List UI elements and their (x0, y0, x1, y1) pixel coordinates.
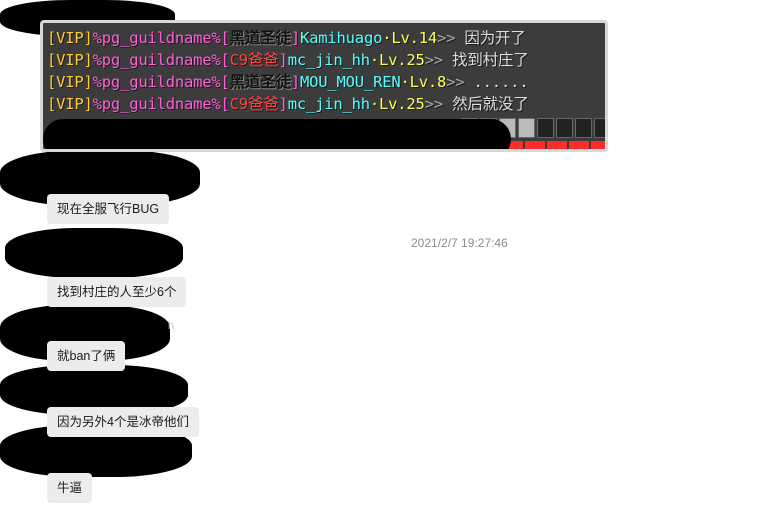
message-bubble[interactable]: 就ban了俩 (47, 341, 126, 371)
chat-message: 因为开了 (464, 29, 526, 47)
guild-placeholder: %pg_guildname% (92, 29, 221, 47)
health-bar (503, 141, 605, 149)
player-level: ·Lv.14 (382, 29, 437, 47)
chat-arrow: >> (424, 95, 453, 113)
message-timestamp: 2021/2/7 19:27:46 (411, 236, 508, 250)
sender-name-fragment: h (168, 320, 175, 332)
bracket: [ (220, 95, 230, 113)
chat-arrow: >> (446, 73, 474, 91)
bracket: ] (290, 29, 301, 47)
bracket: ] (278, 95, 288, 113)
chat-message: 找到村庄了 (452, 51, 529, 69)
message-text: 因为另外4个是冰帝他们 (57, 415, 189, 429)
player-name: mc_jin_hh (287, 95, 370, 113)
message-text: 找到村庄的人至少6个 (57, 285, 177, 299)
player-name: MOU_MOU_REN (300, 73, 401, 91)
chat-message: ...... (473, 73, 529, 91)
guild-placeholder: %pg_guildname% (92, 51, 221, 69)
message-bubble[interactable]: 牛逼 (47, 473, 93, 503)
message-text: 牛逼 (57, 481, 83, 495)
vip-tag: [VIP] (47, 51, 93, 69)
hotbar-slot (594, 118, 605, 138)
player-name: Kamihuago (300, 29, 383, 47)
player-title: 黑道圣徒 (229, 73, 291, 91)
message-bubble[interactable]: 找到村庄的人至少6个 (47, 277, 187, 307)
message-bubble[interactable]: 因为另外4个是冰帝他们 (47, 407, 199, 437)
bracket: [ (220, 51, 230, 69)
message-text: 就ban了俩 (57, 349, 116, 363)
bracket: ] (290, 73, 301, 91)
vip-tag: [VIP] (47, 95, 93, 113)
vip-tag: [VIP] (47, 73, 93, 91)
player-title: C9爸爸 (229, 51, 279, 69)
player-title: 黑道圣徒 (229, 29, 291, 47)
guild-placeholder: %pg_guildname% (92, 73, 221, 91)
bracket: ] (278, 51, 288, 69)
player-level: ·Lv.8 (400, 73, 447, 91)
chat-arrow: >> (437, 29, 465, 47)
message-text: 现在全服飞行BUG (57, 202, 160, 216)
hotbar-slot (556, 118, 573, 138)
chat-arrow: >> (424, 51, 453, 69)
game-chat-screenshot: [VIP]%pg_guildname%[黑道圣徒]Kamihuago·Lv.14… (40, 20, 608, 152)
chat-line-4: [VIP]%pg_guildname%[C9爸爸]mc_jin_hh·Lv.25… (47, 93, 529, 115)
hotbar-slot (575, 118, 592, 138)
hotbar-slot (518, 118, 535, 138)
chat-line-1: [VIP]%pg_guildname%[黑道圣徒]Kamihuago·Lv.14… (47, 27, 526, 49)
bracket: [ (220, 73, 230, 91)
player-level: ·Lv.25 (369, 95, 425, 113)
player-name: mc_jin_hh (287, 51, 370, 69)
guild-placeholder: %pg_guildname% (92, 95, 221, 113)
chat-message: 然后就没了 (452, 95, 529, 113)
bracket: [ (220, 29, 230, 47)
chat-line-2: [VIP]%pg_guildname%[C9爸爸]mc_jin_hh·Lv.25… (47, 49, 529, 71)
player-title: C9爸爸 (229, 95, 279, 113)
message-bubble[interactable]: 现在全服飞行BUG (47, 194, 170, 224)
chat-line-3: [VIP]%pg_guildname%[黑道圣徒]MOU_MOU_REN·Lv.… (47, 71, 529, 93)
redaction-scribble (5, 228, 183, 278)
redaction-scribble (43, 119, 511, 149)
player-level: ·Lv.25 (369, 51, 425, 69)
hotbar-slot (537, 118, 554, 138)
vip-tag: [VIP] (47, 29, 93, 47)
